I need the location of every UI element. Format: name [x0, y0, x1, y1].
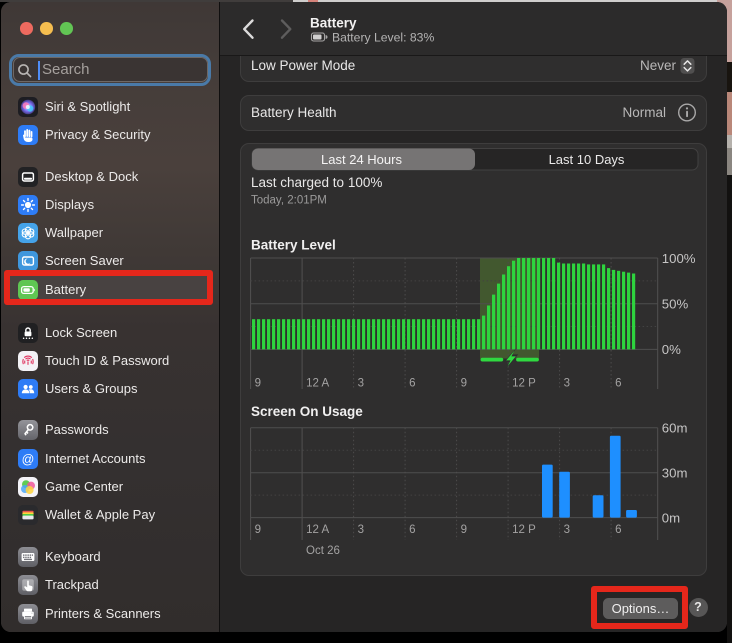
- svg-text:50%: 50%: [662, 297, 689, 312]
- svg-text:0m: 0m: [662, 510, 680, 525]
- svg-text:Last 10 Days: Last 10 Days: [549, 152, 625, 167]
- svg-text:3: 3: [564, 524, 570, 536]
- svg-text:12 A: 12 A: [306, 378, 329, 390]
- svg-text:6: 6: [409, 524, 415, 536]
- svg-text:60m: 60m: [662, 421, 688, 436]
- svg-text:9: 9: [461, 378, 467, 390]
- svg-text:30m: 30m: [662, 466, 688, 481]
- svg-text:Screen On Usage: Screen On Usage: [251, 404, 363, 419]
- svg-text:6: 6: [615, 524, 621, 536]
- svg-text:3: 3: [564, 378, 570, 390]
- svg-text:3: 3: [358, 378, 364, 390]
- svg-text:Normal: Normal: [622, 105, 666, 120]
- svg-text:100%: 100%: [662, 251, 696, 266]
- svg-text:Battery Health: Battery Health: [251, 105, 337, 120]
- svg-text:Oct 26: Oct 26: [306, 545, 340, 557]
- svg-text:12 P: 12 P: [512, 378, 536, 390]
- svg-text:Battery Level: Battery Level: [251, 238, 336, 253]
- svg-text:6: 6: [615, 378, 621, 390]
- svg-text:9: 9: [461, 524, 467, 536]
- svg-text:9: 9: [255, 378, 261, 390]
- svg-text:12 P: 12 P: [512, 524, 536, 536]
- svg-text:12 A: 12 A: [306, 524, 329, 536]
- svg-text:Last charged to 100%: Last charged to 100%: [251, 175, 382, 190]
- svg-text:Today, 2:01PM: Today, 2:01PM: [251, 195, 327, 207]
- svg-text:3: 3: [358, 524, 364, 536]
- svg-text:0%: 0%: [662, 342, 681, 357]
- svg-text:6: 6: [409, 378, 415, 390]
- svg-text:Never: Never: [640, 58, 677, 73]
- svg-text:9: 9: [255, 524, 261, 536]
- svg-text:Last 24 Hours: Last 24 Hours: [321, 152, 402, 167]
- svg-text:Low Power Mode: Low Power Mode: [251, 58, 355, 73]
